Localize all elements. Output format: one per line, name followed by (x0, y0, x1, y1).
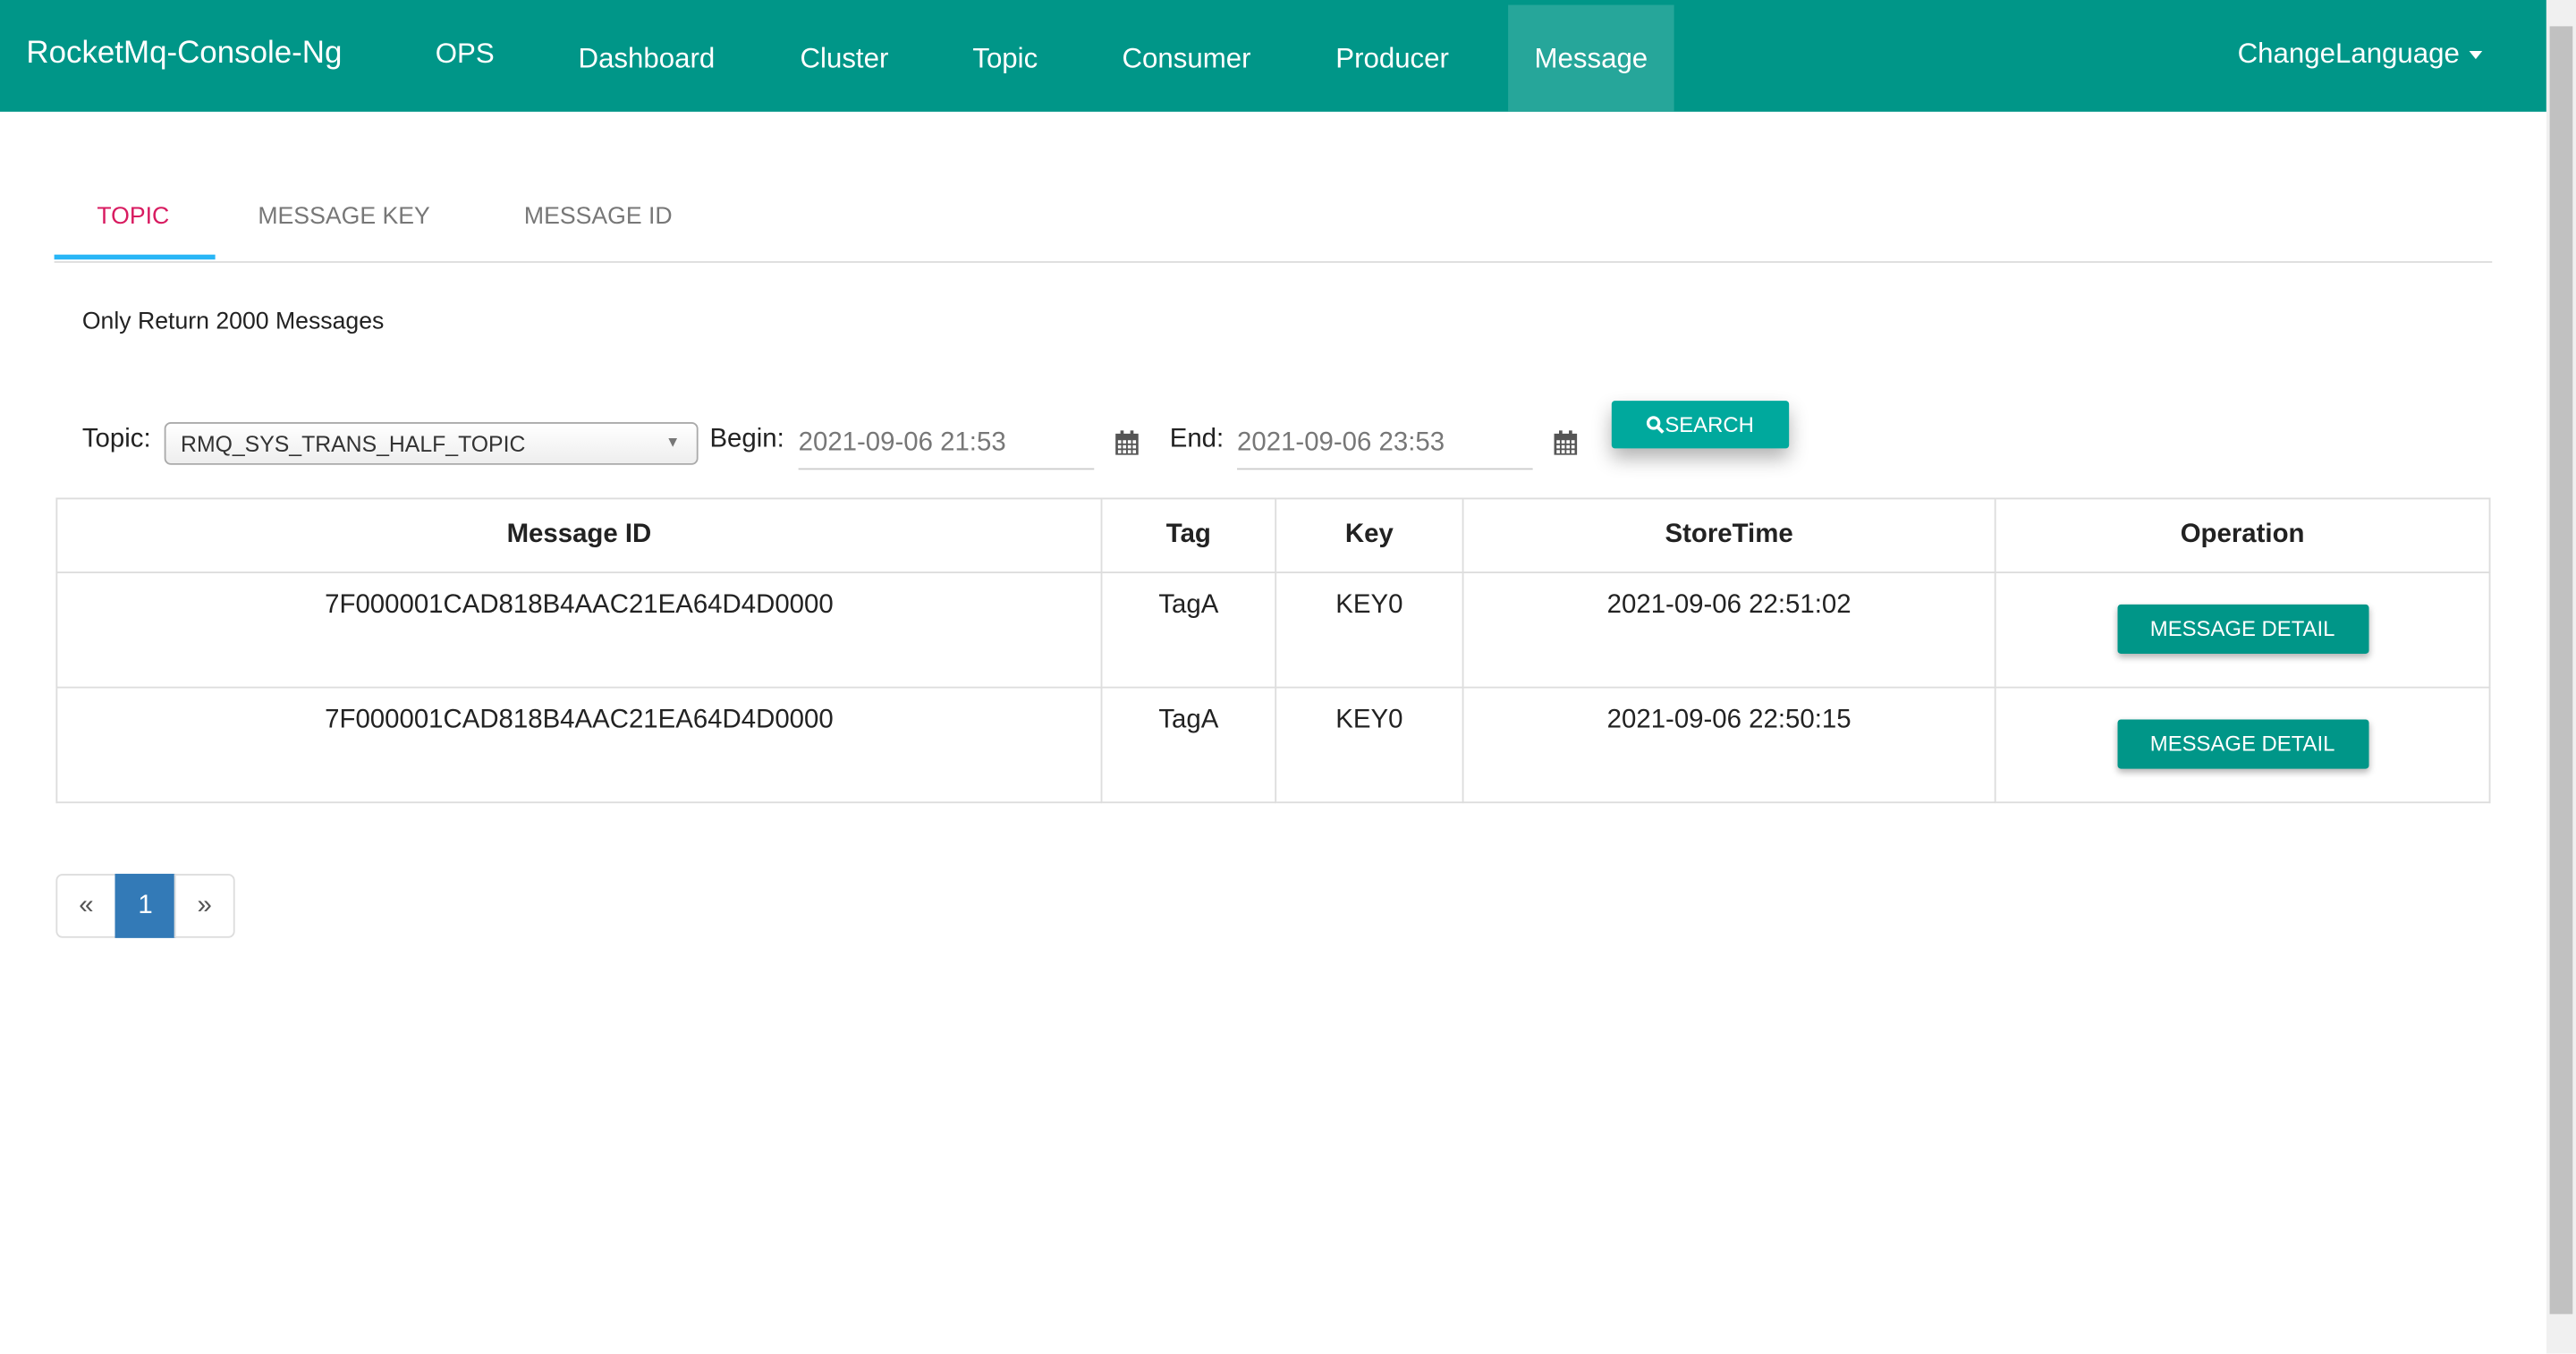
tab-message-key[interactable]: MESSAGE KEY (258, 204, 429, 230)
prev-page-button[interactable]: « (55, 874, 117, 938)
topic-select[interactable]: RMQ_SYS_TRANS_HALF_TOPIC ▼ (164, 422, 699, 465)
nav-dashboard[interactable]: Dashboard (579, 43, 716, 76)
scrollbar[interactable] (2546, 0, 2576, 1354)
change-language-dropdown[interactable]: ChangeLanguage (2238, 38, 2483, 71)
topic-label: Topic: (81, 425, 151, 453)
search-icon (1647, 416, 1665, 434)
header-operation: Operation (1994, 497, 2491, 574)
pagination: « 1 » (55, 874, 235, 938)
tag-cell: TagA (1100, 571, 1277, 689)
caret-down-icon (2469, 50, 2483, 60)
operation-cell: MESSAGE DETAIL (1994, 571, 2491, 689)
result-limit-note: Only Return 2000 Messages (81, 309, 385, 335)
topic-select-value: RMQ_SYS_TRANS_HALF_TOPIC (181, 432, 526, 457)
header-message-id: Message ID (55, 497, 1103, 574)
tab-topic[interactable]: TOPIC (97, 204, 169, 230)
operation-cell: MESSAGE DETAIL (1994, 686, 2491, 804)
begin-label: Begin: (709, 425, 784, 453)
header-store-time: StoreTime (1462, 497, 1996, 574)
calendar-icon[interactable] (1554, 430, 1578, 455)
end-label: End: (1169, 425, 1224, 453)
key-cell: KEY0 (1275, 571, 1464, 689)
nav-cluster[interactable]: Cluster (800, 43, 888, 76)
nav-consumer[interactable]: Consumer (1122, 43, 1250, 76)
page: RocketMq-Console-Ng OPS Dashboard Cluste… (0, 0, 2576, 1354)
nav-producer[interactable]: Producer (1335, 43, 1449, 76)
key-cell: KEY0 (1275, 686, 1464, 804)
header-tag: Tag (1100, 497, 1277, 574)
nav-message[interactable]: Message (1508, 4, 1674, 112)
tag-cell: TagA (1100, 686, 1277, 804)
begin-date-input[interactable] (798, 419, 1095, 470)
message-id-cell: 7F000001CAD818B4AAC21EA64D4D0000 (55, 686, 1103, 804)
store-time-cell: 2021-09-06 22:50:15 (1462, 686, 1996, 804)
message-id-cell: 7F000001CAD818B4AAC21EA64D4D0000 (55, 571, 1103, 689)
active-tab-indicator (54, 254, 216, 260)
nav-topic[interactable]: Topic (972, 43, 1038, 76)
store-time-cell: 2021-09-06 22:51:02 (1462, 571, 1996, 689)
nav-ops[interactable]: OPS (436, 38, 495, 71)
search-label: SEARCH (1665, 412, 1754, 437)
dropdown-arrow-icon: ▼ (665, 433, 681, 451)
page-1-button[interactable]: 1 (114, 874, 176, 938)
brand[interactable]: RocketMq-Console-Ng (26, 36, 342, 72)
table-row: 7F000001CAD818B4AAC21EA64D4D0000 TagA KE… (55, 571, 2491, 689)
change-language-label: ChangeLanguage (2237, 38, 2460, 70)
search-tabs: TOPIC MESSAGE KEY MESSAGE ID (54, 181, 2493, 263)
message-detail-button[interactable]: MESSAGE DETAIL (2116, 719, 2368, 769)
message-detail-button[interactable]: MESSAGE DETAIL (2116, 604, 2368, 655)
search-button[interactable]: SEARCH (1611, 401, 1790, 449)
scrollbar-thumb[interactable] (2549, 26, 2573, 1315)
message-table: Message ID Tag Key StoreTime Operation 7… (55, 497, 2491, 804)
header-key: Key (1275, 497, 1464, 574)
navbar: RocketMq-Console-Ng OPS Dashboard Cluste… (0, 0, 2546, 112)
tab-message-id[interactable]: MESSAGE ID (524, 204, 673, 230)
table-row: 7F000001CAD818B4AAC21EA64D4D0000 TagA KE… (55, 686, 2491, 804)
end-date-input[interactable] (1237, 419, 1533, 470)
next-page-button[interactable]: » (174, 874, 235, 938)
calendar-icon[interactable] (1115, 430, 1139, 455)
